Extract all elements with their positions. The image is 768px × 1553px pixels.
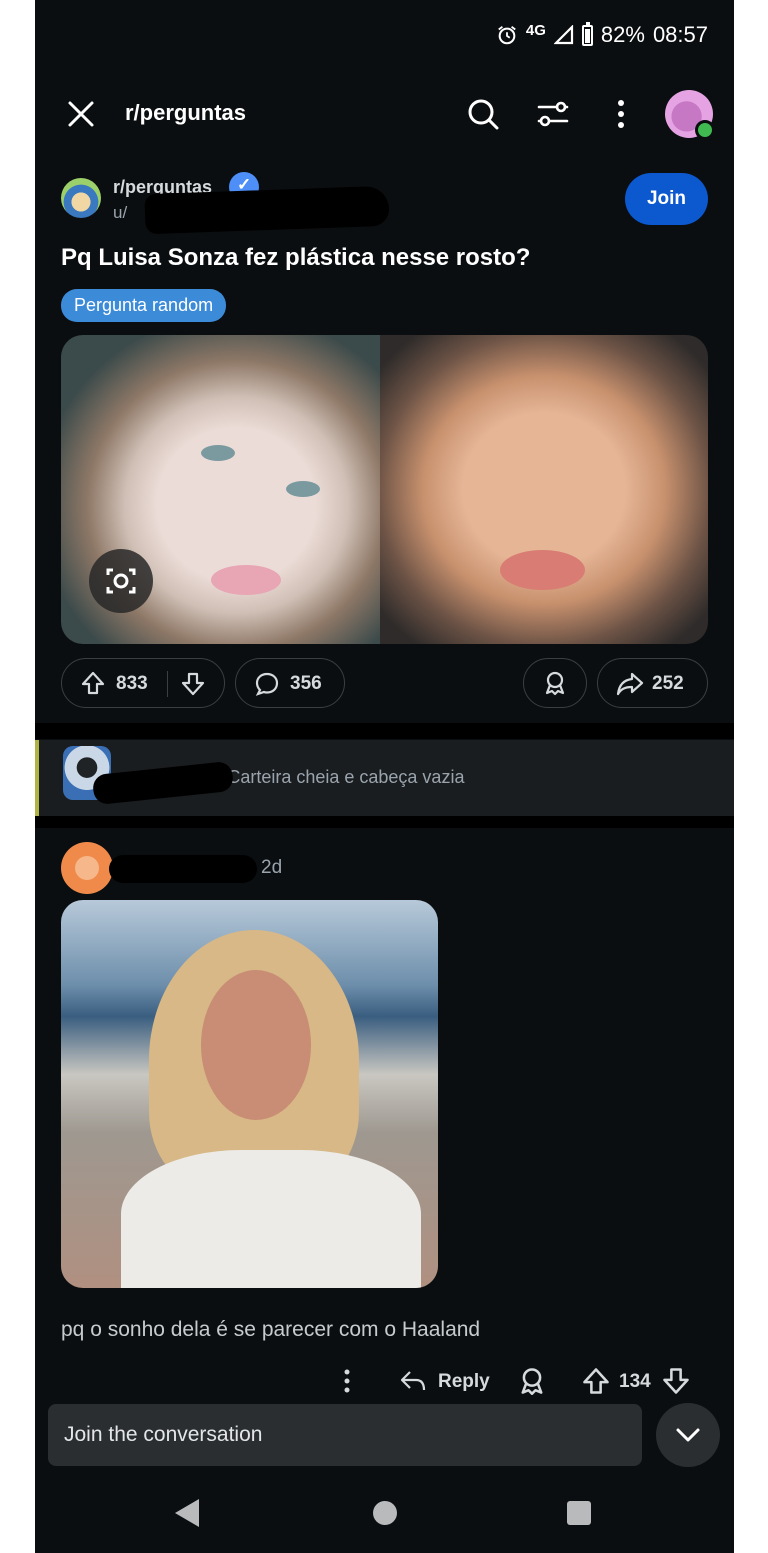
share-icon: [616, 672, 644, 696]
comment-icon: [255, 672, 279, 696]
redaction-mark: [144, 185, 390, 235]
reddit-app: 4G 82% 08:57 r/perguntas r/perguntas u/ …: [35, 0, 734, 1553]
close-icon[interactable]: [65, 98, 97, 130]
user-avatar[interactable]: [665, 90, 715, 140]
subreddit-avatar[interactable]: [61, 178, 101, 218]
back-icon[interactable]: [175, 1499, 199, 1527]
composer-placeholder: Join the conversation: [64, 1423, 263, 1446]
comments-button[interactable]: 356: [235, 658, 345, 708]
filter-icon[interactable]: [535, 96, 571, 132]
post-flair[interactable]: Pergunta random: [61, 289, 227, 322]
signal-icon: [553, 25, 573, 45]
clock: 08:57: [652, 22, 708, 47]
battery-level: 82%: [600, 22, 645, 47]
award-icon: [545, 671, 565, 696]
system-navigation-bar: [35, 1480, 734, 1553]
comment-body: pq o sonho dela é se parecer com o Haala…: [61, 1318, 481, 1341]
share-button[interactable]: 252: [597, 658, 708, 708]
upvote-count: 833: [116, 673, 148, 694]
status-bar: 4G 82% 08:57: [496, 18, 708, 52]
more-icon[interactable]: [603, 96, 639, 132]
home-icon[interactable]: [373, 1501, 397, 1525]
chevron-down-icon: [676, 1428, 700, 1442]
comment-timestamp: 2d: [261, 857, 283, 878]
subreddit-title: r/perguntas: [125, 100, 247, 125]
award-icon[interactable]: [517, 1366, 547, 1396]
downvote-icon[interactable]: [661, 1366, 691, 1396]
search-icon[interactable]: [465, 96, 501, 132]
post-image[interactable]: [61, 335, 708, 644]
battery-icon: [581, 21, 593, 46]
post-author[interactable]: u/: [113, 203, 127, 223]
comment-image[interactable]: [61, 900, 438, 1288]
vote-control: 833: [61, 658, 225, 708]
comment-action-bar: Reply 134: [35, 1362, 734, 1402]
comment-count: 356: [290, 673, 322, 694]
section-divider: [35, 816, 734, 828]
comment-composer[interactable]: Join the conversation: [48, 1404, 642, 1466]
reply-icon[interactable]: [398, 1366, 428, 1396]
collapse-comments-button[interactable]: [656, 1403, 720, 1467]
more-icon[interactable]: [332, 1366, 362, 1396]
section-divider: [35, 723, 734, 739]
upvote-icon[interactable]: [80, 670, 106, 696]
comment-score: 134: [619, 1371, 651, 1392]
recent-apps-icon[interactable]: [567, 1501, 591, 1525]
downvote-icon[interactable]: [180, 671, 206, 697]
post-action-bar: 833 356 252: [61, 658, 708, 710]
commenter-avatar[interactable]: [61, 842, 113, 894]
alarm-icon: [498, 26, 516, 45]
award-button[interactable]: [523, 658, 587, 708]
post-title[interactable]: Pq Luisa Sonza fez plástica nesse rosto?: [61, 244, 530, 272]
network-type: 4G: [525, 21, 546, 39]
top-app-bar: r/perguntas: [35, 84, 734, 144]
share-count: 252: [652, 673, 684, 694]
online-indicator: [695, 120, 715, 140]
visual-search-icon[interactable]: [89, 549, 153, 613]
upvote-icon[interactable]: [581, 1366, 611, 1396]
reply-button[interactable]: Reply: [438, 1371, 490, 1393]
join-button[interactable]: Join: [625, 173, 708, 225]
photo-right: [380, 335, 708, 644]
redaction-mark: [109, 855, 257, 883]
